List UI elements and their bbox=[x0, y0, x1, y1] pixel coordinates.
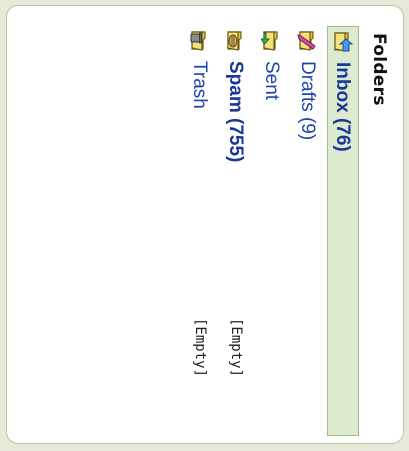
folder-label-drafts: Drafts (9) bbox=[297, 61, 318, 141]
folder-item-spam[interactable]: Spam (755) [Empty] bbox=[219, 26, 251, 436]
folder-item-inbox[interactable]: Inbox (76) bbox=[327, 26, 359, 436]
folder-label-inbox: Inbox (76) bbox=[332, 62, 353, 152]
sent-icon bbox=[260, 30, 283, 52]
folders-widget: Folders Inbox (76) Drafts (9) Sent Spam … bbox=[0, 0, 409, 451]
spam-icon bbox=[225, 30, 247, 52]
empty-trash-link[interactable]: [Empty] bbox=[191, 318, 209, 377]
drafts-icon bbox=[297, 30, 319, 52]
empty-spam-link[interactable]: [Empty] bbox=[227, 318, 245, 377]
inbox-icon bbox=[332, 31, 354, 53]
folder-label-sent: Sent bbox=[261, 61, 282, 101]
folder-item-trash[interactable]: Trash [Empty] bbox=[183, 26, 215, 436]
folder-item-drafts[interactable]: Drafts (9) bbox=[291, 26, 323, 436]
folders-panel: Folders Inbox (76) Drafts (9) Sent Spam … bbox=[6, 5, 404, 444]
trash-icon bbox=[189, 30, 211, 52]
folder-item-sent[interactable]: Sent bbox=[255, 26, 287, 436]
folder-label-trash: Trash bbox=[189, 61, 210, 109]
panel-title: Folders bbox=[369, 33, 389, 106]
folder-label-spam: Spam (755) bbox=[225, 61, 246, 163]
